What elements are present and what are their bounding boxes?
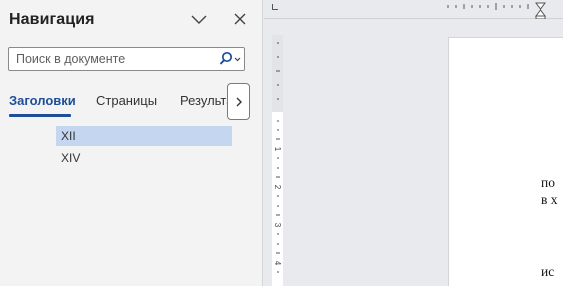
ruler-ticks <box>447 2 546 19</box>
first-line-indent-marker <box>535 2 546 10</box>
tab-pages[interactable]: Страницы <box>96 93 157 108</box>
search-button[interactable] <box>219 50 243 68</box>
chevron-down-icon <box>191 15 207 24</box>
search-icon <box>219 51 241 65</box>
horizontal-ruler[interactable] <box>264 0 563 19</box>
ruler-number: 2 <box>273 185 282 190</box>
collapse-pane-button[interactable] <box>190 11 208 29</box>
close-pane-button[interactable] <box>231 11 249 29</box>
search-input[interactable] <box>9 48 209 70</box>
chevron-right-icon <box>236 97 242 106</box>
nav-tabs: Заголовки Страницы Результа <box>0 88 262 120</box>
document-area: 1 2 3 4 по в х ис <box>264 0 563 286</box>
ruler-number: 1 <box>273 147 282 152</box>
heading-item-xii[interactable]: XII <box>56 126 232 146</box>
navigation-pane: Навигация Заголовки Страницы Результа <box>0 0 263 286</box>
document-text-line: по <box>541 175 555 190</box>
tab-headings[interactable]: Заголовки <box>9 93 76 108</box>
more-tabs-button[interactable] <box>227 83 250 120</box>
vertical-ruler[interactable]: 1 2 3 4 <box>264 20 286 286</box>
search-box <box>8 47 245 71</box>
tab-active-indicator <box>9 114 71 117</box>
heading-item-xiv[interactable]: XIV <box>56 148 232 168</box>
vertical-ruler-ticks: 1 2 3 4 <box>273 42 282 273</box>
document-page[interactable]: по в х ис <box>448 37 563 286</box>
ruler-number: 3 <box>273 223 282 228</box>
hanging-indent-marker <box>535 9 546 17</box>
document-text-line: ис <box>541 264 555 279</box>
left-indent-marker <box>535 15 546 19</box>
nav-title: Навигация <box>9 11 95 28</box>
ruler-number: 4 <box>273 261 282 266</box>
tab-results[interactable]: Результа <box>180 93 233 108</box>
close-icon <box>234 13 246 25</box>
document-text-line: в х <box>541 192 558 207</box>
